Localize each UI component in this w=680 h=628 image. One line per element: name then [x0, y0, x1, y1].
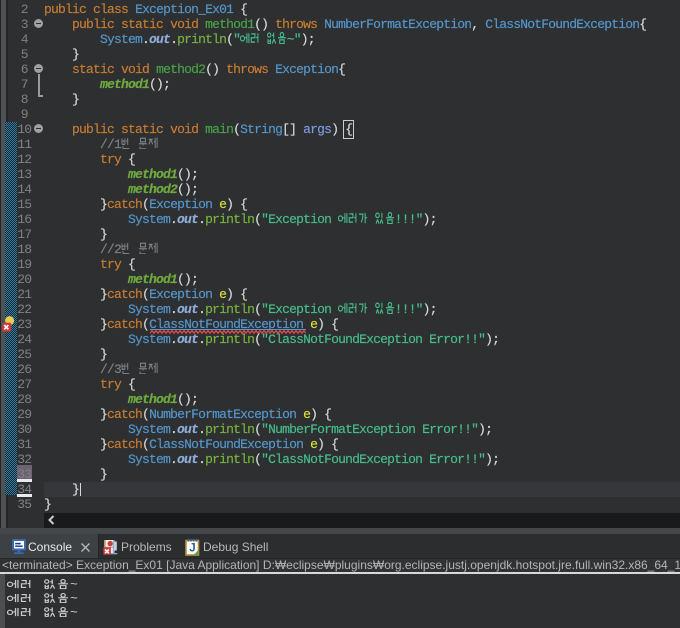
- svg-text:J: J: [189, 543, 195, 555]
